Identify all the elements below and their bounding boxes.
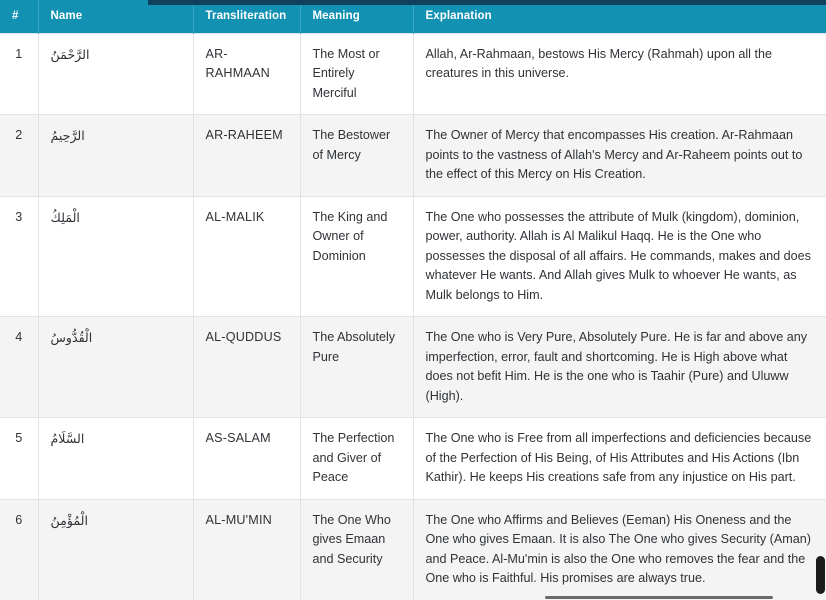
cell-explanation: The One who possesses the attribute of M… bbox=[413, 195, 826, 318]
names-of-allah-table: # Name Transliteration Meaning Explanati… bbox=[0, 0, 826, 600]
cell-transliteration: AR-RAHEEM bbox=[193, 114, 301, 197]
cell-index: 2 bbox=[0, 114, 39, 197]
table-row[interactable]: 4 الْقُدُّوسُ AL-QUDDUS The Absolutely Pure… bbox=[0, 316, 826, 419]
cell-meaning: The Perfection and Giver of Peace bbox=[300, 417, 414, 500]
cell-meaning: The One Who gives Emaan and Security bbox=[300, 498, 414, 600]
arabic-name-text: الْمُؤْمِنُ bbox=[50, 512, 88, 528]
table-row[interactable]: 1 الرَّحْمَنُ AR-RAHMAAN The Most or Entire… bbox=[0, 32, 826, 116]
cell-explanation: The Owner of Mercy that encompasses His … bbox=[413, 114, 826, 197]
arabic-name-text: الْقُدُّوسُ bbox=[50, 330, 93, 346]
cell-transliteration: AL-MU'MIN bbox=[193, 498, 301, 600]
cell-name-arabic: الْمَلِكُ bbox=[38, 195, 194, 318]
table-row[interactable]: 3 الْمَلِكُ AL-MALIK The King and Owner of … bbox=[0, 195, 826, 318]
cell-explanation: The One who Affirms and Believes (Eeman)… bbox=[413, 498, 826, 600]
column-header-index[interactable]: # bbox=[0, 0, 39, 33]
cell-index: 4 bbox=[0, 316, 39, 419]
cell-name-arabic: الْقُدُّوسُ bbox=[38, 316, 194, 419]
cell-index: 6 bbox=[0, 498, 39, 600]
arabic-name-text: السَّلَامُ bbox=[50, 431, 85, 447]
vertical-scrollbar-thumb[interactable] bbox=[816, 556, 825, 594]
cell-index: 1 bbox=[0, 32, 39, 116]
top-page-strip bbox=[148, 0, 826, 5]
table-row[interactable]: 2 الرَّحِيمُ AR-RAHEEM The Bestower of Merc… bbox=[0, 114, 826, 197]
cell-explanation: The One who is Free from all imperfectio… bbox=[413, 417, 826, 500]
vertical-scrollbar[interactable] bbox=[815, 0, 826, 600]
arabic-name-text: الرَّحِيمُ bbox=[50, 128, 85, 144]
cell-transliteration: AS-SALAM bbox=[193, 417, 301, 500]
cell-name-arabic: الرَّحِيمُ bbox=[38, 114, 194, 197]
cell-transliteration: AL-MALIK bbox=[193, 195, 301, 318]
cell-explanation: Allah, Ar-Rahmaan, bestows His Mercy (Ra… bbox=[413, 32, 826, 116]
cell-name-arabic: الْمُؤْمِنُ bbox=[38, 498, 194, 600]
cell-meaning: The Absolutely Pure bbox=[300, 316, 414, 419]
cell-name-arabic: السَّلَامُ bbox=[38, 417, 194, 500]
arabic-name-text: الْمَلِكُ bbox=[50, 209, 80, 225]
cell-transliteration: AR-RAHMAAN bbox=[193, 32, 301, 116]
table-scroll-viewport[interactable]: # Name Transliteration Meaning Explanati… bbox=[0, 0, 826, 600]
cell-name-arabic: الرَّحْمَنُ bbox=[38, 32, 194, 116]
table-body: 1 الرَّحْمَنُ AR-RAHMAAN The Most or Entire… bbox=[0, 32, 826, 600]
cell-index: 3 bbox=[0, 195, 39, 318]
table-row[interactable]: 6 الْمُؤْمِنُ AL-MU'MIN The One Who gives E… bbox=[0, 498, 826, 600]
cell-explanation: The One who is Very Pure, Absolutely Pur… bbox=[413, 316, 826, 419]
arabic-name-text: الرَّحْمَنُ bbox=[50, 46, 90, 62]
cell-meaning: The Bestower of Mercy bbox=[300, 114, 414, 197]
horizontal-scrollbar-thumb[interactable] bbox=[545, 596, 773, 599]
cell-transliteration: AL-QUDDUS bbox=[193, 316, 301, 419]
cell-meaning: The Most or Entirely Merciful bbox=[300, 32, 414, 116]
cell-meaning: The King and Owner of Dominion bbox=[300, 195, 414, 318]
cell-index: 5 bbox=[0, 417, 39, 500]
horizontal-scrollbar[interactable] bbox=[545, 596, 773, 599]
table-row[interactable]: 5 السَّلَامُ AS-SALAM The Perfection and Gi… bbox=[0, 417, 826, 500]
